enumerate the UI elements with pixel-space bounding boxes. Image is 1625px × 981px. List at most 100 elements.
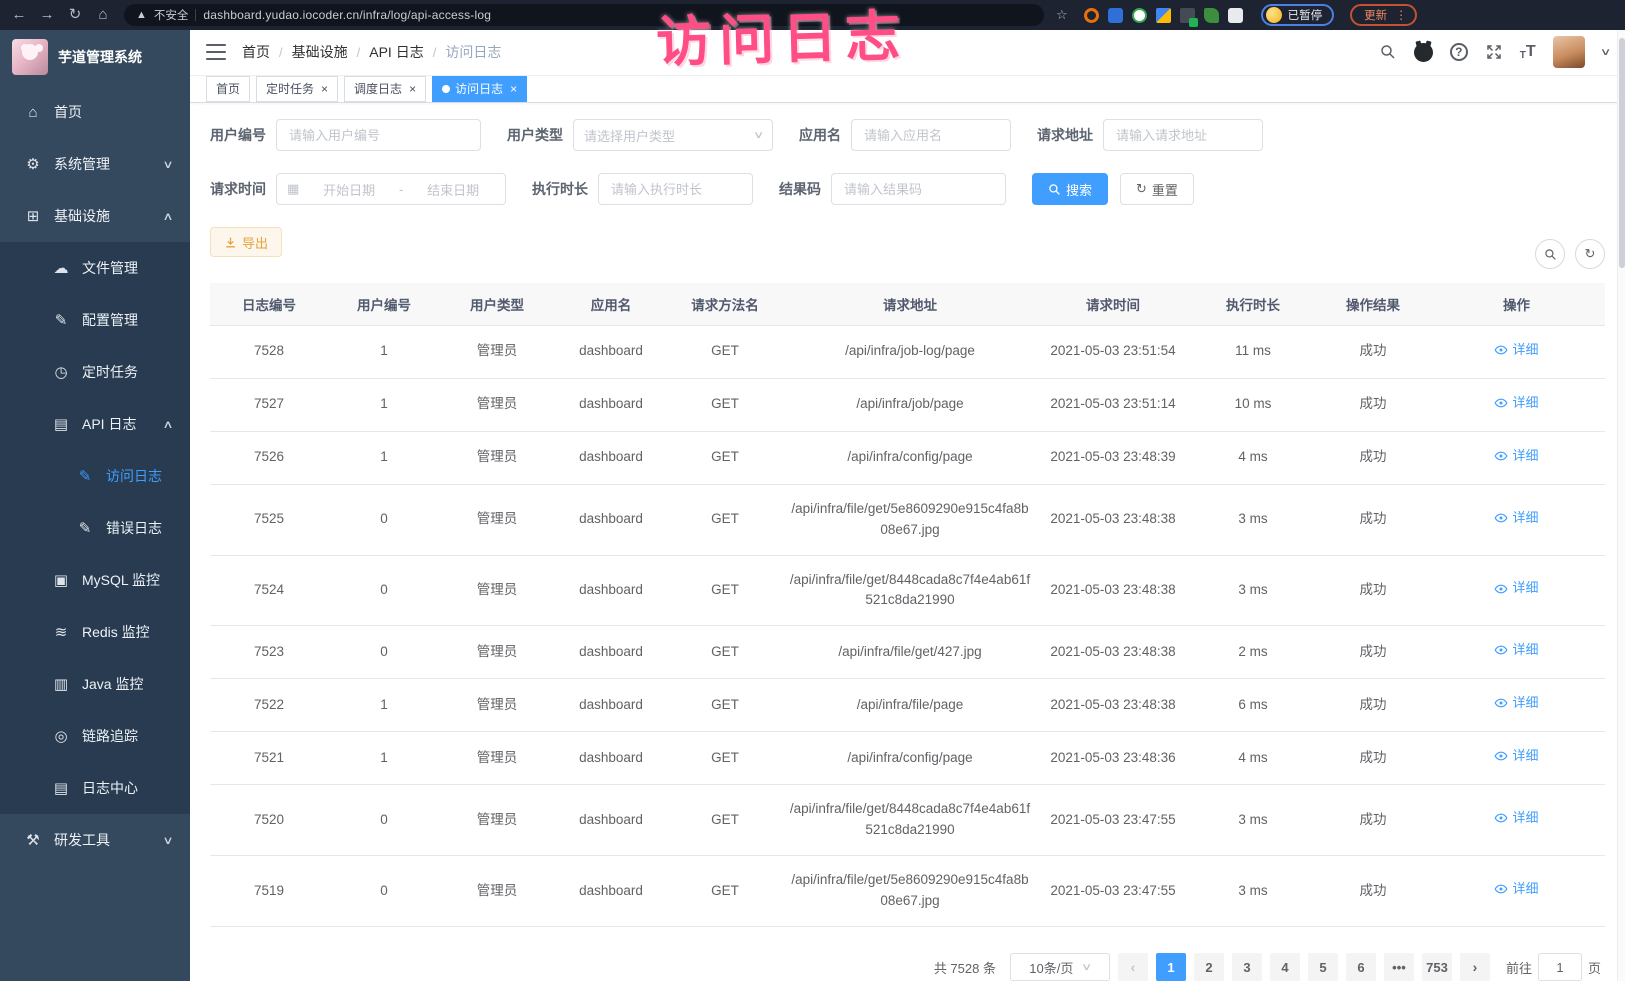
- search-button[interactable]: 搜索: [1032, 173, 1108, 205]
- chevron-down-icon: ∨: [1082, 962, 1093, 973]
- hamburger-icon[interactable]: [206, 44, 226, 60]
- close-icon[interactable]: ×: [409, 82, 416, 96]
- user-type-select[interactable]: 请选择用户类型 ∨: [573, 119, 773, 151]
- browser-menu-icon[interactable]: ⋮: [1395, 8, 1407, 22]
- sidebar-item-java-monitor[interactable]: ▥Java 监控: [0, 658, 190, 710]
- refresh-table-button[interactable]: ↻: [1575, 239, 1605, 269]
- table-row: 75281管理员dashboardGET/api/infra/job-log/p…: [210, 325, 1605, 378]
- extensions-puzzle-icon[interactable]: [1228, 8, 1243, 23]
- scrollbar-thumb[interactable]: [1619, 38, 1625, 268]
- more-pages-button[interactable]: •••: [1384, 953, 1414, 981]
- browser-back-icon[interactable]: ←: [8, 0, 30, 30]
- profile-label: 已暂停: [1288, 7, 1323, 23]
- breadcrumb-item[interactable]: API 日志: [369, 42, 423, 62]
- sidebar-item-infrastructure[interactable]: ⊞基础设施∧: [0, 190, 190, 242]
- sidebar-item-api-access-log[interactable]: ✎访问日志: [0, 450, 190, 502]
- page-button-5[interactable]: 5: [1308, 953, 1338, 981]
- cell-method: GET: [668, 732, 782, 785]
- search-icon[interactable]: [1379, 43, 1397, 61]
- detail-link[interactable]: 详细: [1494, 340, 1538, 360]
- table-row: 75221管理员dashboardGET/api/infra/file/page…: [210, 679, 1605, 732]
- detail-link[interactable]: 详细: [1494, 393, 1538, 413]
- sidebar-item-label: 访问日志: [106, 466, 162, 486]
- chevron-down-icon: ∨: [753, 130, 764, 141]
- user-avatar[interactable]: [1553, 36, 1585, 68]
- page-button-753[interactable]: 753: [1422, 953, 1452, 981]
- table-row: 75190管理员dashboardGET/api/infra/file/get/…: [210, 856, 1605, 927]
- sidebar-item-home[interactable]: ⌂首页: [0, 86, 190, 138]
- browser-forward-icon[interactable]: →: [36, 0, 58, 30]
- date-range-picker[interactable]: ▦ 开始日期 - 结束日期: [276, 173, 506, 205]
- page-button-4[interactable]: 4: [1270, 953, 1300, 981]
- fullscreen-icon[interactable]: [1485, 43, 1503, 61]
- tab-首页[interactable]: 首页: [206, 76, 250, 102]
- result-code-input[interactable]: [831, 173, 1006, 205]
- detail-link[interactable]: 详细: [1494, 446, 1538, 466]
- log-doc-icon: ▤: [50, 779, 72, 797]
- help-icon[interactable]: ?: [1450, 43, 1468, 61]
- sidebar-item-scheduled-jobs[interactable]: ◷定时任务: [0, 346, 190, 398]
- app-logo[interactable]: 芋道管理系统: [0, 30, 190, 84]
- extension-icon[interactable]: [1108, 8, 1123, 23]
- tab-调度日志[interactable]: 调度日志×: [344, 76, 426, 102]
- detail-link[interactable]: 详细: [1494, 746, 1538, 766]
- home-icon: ⌂: [22, 104, 44, 121]
- detail-link[interactable]: 详细: [1494, 640, 1538, 660]
- tab-定时任务[interactable]: 定时任务×: [256, 76, 338, 102]
- sidebar-item-config-manage[interactable]: ✎配置管理: [0, 294, 190, 346]
- page-button-3[interactable]: 3: [1232, 953, 1262, 981]
- sidebar-item-api-error-log[interactable]: ✎错误日志: [0, 502, 190, 554]
- font-size-icon[interactable]: TT: [1520, 43, 1536, 61]
- extension-icon[interactable]: [1204, 8, 1219, 23]
- breadcrumb-item[interactable]: 基础设施: [292, 42, 348, 62]
- sidebar-item-system-admin[interactable]: ⚙系统管理∨: [0, 138, 190, 190]
- browser-update-button[interactable]: 更新 ⋮: [1350, 4, 1417, 26]
- next-page-button[interactable]: ›: [1460, 953, 1490, 981]
- page-button-2[interactable]: 2: [1194, 953, 1224, 981]
- extension-icon[interactable]: [1180, 8, 1195, 23]
- breadcrumb-item[interactable]: 首页: [242, 42, 270, 62]
- cell-log-id: 7528: [210, 325, 328, 378]
- address-bar[interactable]: ▲ 不安全 dashboard.yudao.iocoder.cn/infra/l…: [124, 4, 1044, 26]
- sidebar-item-mysql-monitor[interactable]: ▣MySQL 监控: [0, 554, 190, 606]
- extension-icon[interactable]: [1084, 8, 1099, 23]
- export-button[interactable]: 导出: [210, 227, 282, 257]
- browser-home-icon[interactable]: ⌂: [92, 0, 114, 30]
- detail-link[interactable]: 详细: [1494, 508, 1538, 528]
- detail-link[interactable]: 详细: [1494, 578, 1538, 598]
- sidebar-item-redis-monitor[interactable]: ≋Redis 监控: [0, 606, 190, 658]
- browser-reload-icon[interactable]: ↻: [64, 0, 86, 30]
- sidebar-item-file-manage[interactable]: ☁文件管理: [0, 242, 190, 294]
- sidebar-item-label: 链路追踪: [82, 726, 138, 746]
- detail-link[interactable]: 详细: [1494, 693, 1538, 713]
- sidebar-item-api-log[interactable]: ▤API 日志∧: [0, 398, 190, 450]
- cell-duration: 10 ms: [1188, 378, 1318, 431]
- detail-link[interactable]: 详细: [1494, 879, 1538, 899]
- bookmark-star-icon[interactable]: ☆: [1056, 7, 1068, 23]
- user-id-input[interactable]: [276, 119, 481, 151]
- cell-user-id: 0: [328, 484, 440, 555]
- page-button-6[interactable]: 6: [1346, 953, 1376, 981]
- sidebar-item-dev-tools[interactable]: ⚒研发工具∨: [0, 814, 190, 866]
- extension-icon[interactable]: [1132, 8, 1147, 23]
- reset-button[interactable]: ↻ 重置: [1120, 173, 1194, 205]
- close-icon[interactable]: ×: [510, 82, 517, 96]
- close-icon[interactable]: ×: [321, 82, 328, 96]
- page-size-select[interactable]: 10条/页 ∨: [1010, 953, 1110, 981]
- toggle-search-button[interactable]: [1535, 239, 1565, 269]
- chevron-down-icon[interactable]: ∨: [1599, 47, 1611, 58]
- extension-icon[interactable]: [1156, 8, 1171, 23]
- duration-input[interactable]: [598, 173, 753, 205]
- browser-profile-button[interactable]: 已暂停: [1261, 4, 1335, 26]
- sidebar-item-trace[interactable]: ◎链路追踪: [0, 710, 190, 762]
- goto-page-input[interactable]: [1538, 953, 1582, 981]
- sidebar-item-log-center[interactable]: ▤日志中心: [0, 762, 190, 814]
- prev-page-button[interactable]: ‹: [1118, 953, 1148, 981]
- detail-link[interactable]: 详细: [1494, 808, 1538, 828]
- github-icon[interactable]: [1414, 43, 1433, 62]
- request-url-input[interactable]: [1103, 119, 1263, 151]
- app-name-input[interactable]: [851, 119, 1011, 151]
- page-scrollbar[interactable]: [1617, 30, 1625, 981]
- page-button-1[interactable]: 1: [1156, 953, 1186, 981]
- tab-访问日志[interactable]: 访问日志×: [432, 76, 527, 102]
